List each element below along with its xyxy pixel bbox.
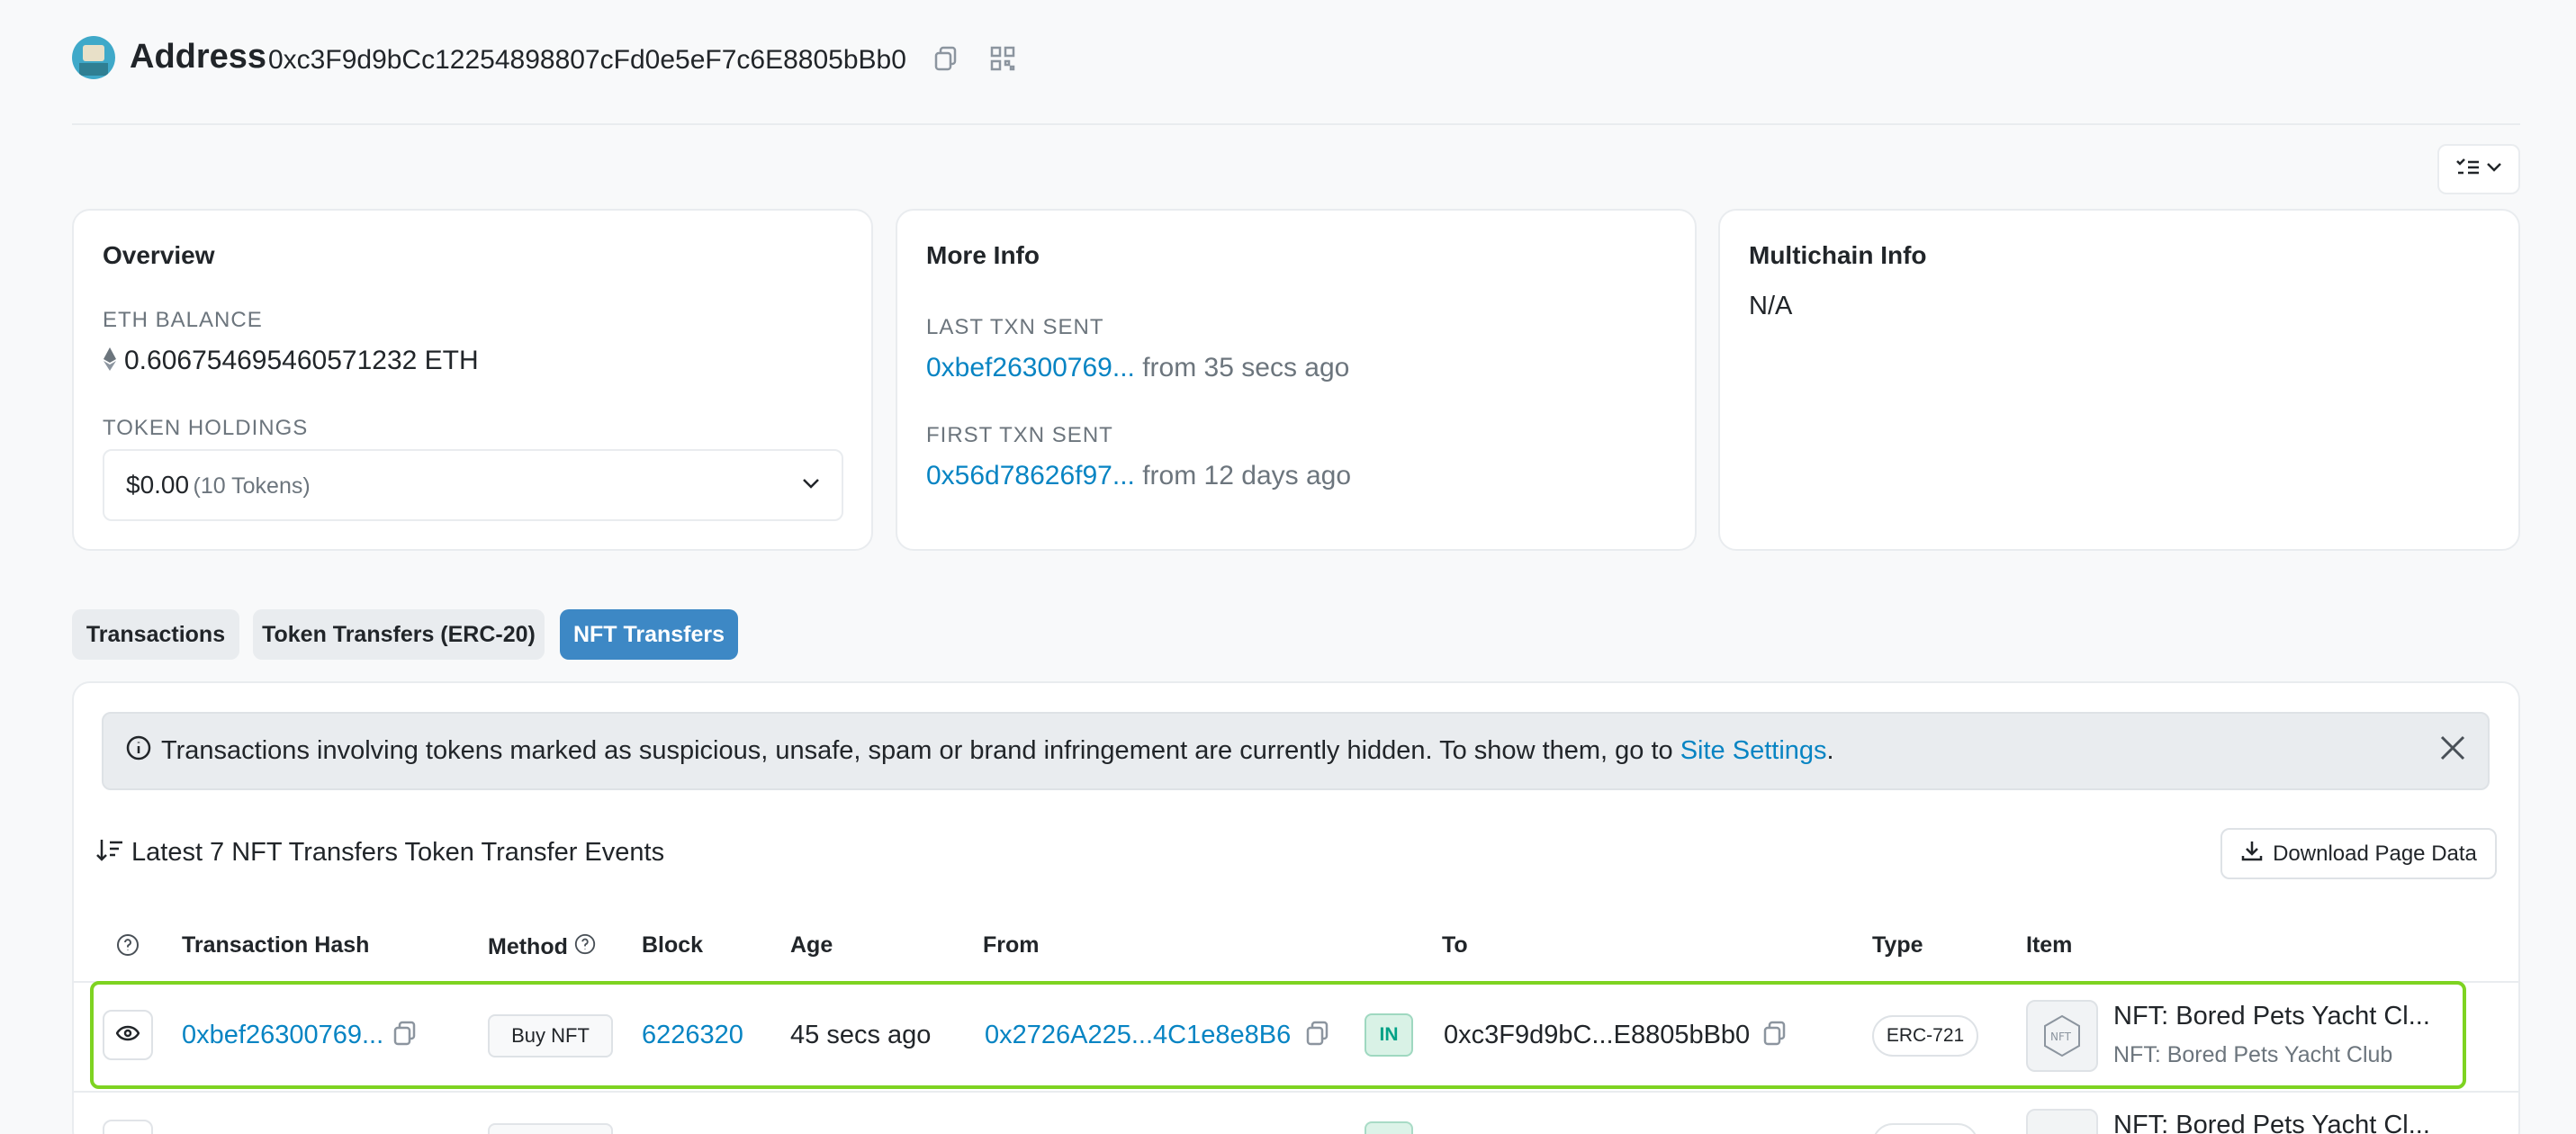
first-txn-time: from 12 days ago xyxy=(1142,461,1352,490)
copy-address-button[interactable] xyxy=(931,45,961,76)
copy-icon[interactable] xyxy=(393,1021,417,1050)
to-address-text: 0xc3F9d9bC...E8805bBb0 xyxy=(1444,1021,1751,1049)
view-details-button[interactable] xyxy=(103,1010,153,1060)
close-alert-button[interactable] xyxy=(2439,734,2466,769)
from-address-link[interactable]: 0x2726A225...4C1e8e8B6 xyxy=(985,1021,1291,1050)
nft-icon xyxy=(2026,1109,2098,1134)
col-method: Method xyxy=(488,934,568,959)
address-avatar xyxy=(72,36,115,79)
tab-nft-transfers[interactable]: NFT Transfers xyxy=(560,609,738,660)
type-badge xyxy=(1872,1123,1978,1134)
more-info-title: More Info xyxy=(926,241,1040,269)
last-txn-link[interactable]: 0xbef26300769... xyxy=(926,353,1135,382)
view-options-button[interactable] xyxy=(2437,144,2520,194)
eth-balance-label: ETH BALANCE xyxy=(103,308,263,332)
tab-token-transfers[interactable]: Token Transfers (ERC-20) xyxy=(253,609,545,660)
txn-hash-link[interactable]: 0xbef26300769... xyxy=(182,1021,383,1050)
download-icon xyxy=(2240,839,2264,868)
qr-code-button[interactable] xyxy=(987,45,1018,76)
method-badge xyxy=(488,1123,613,1134)
col-item: Item xyxy=(2026,932,2073,958)
col-from: From xyxy=(983,932,1040,958)
tab-transactions[interactable]: Transactions xyxy=(72,609,239,660)
site-settings-link[interactable]: Site Settings xyxy=(1680,736,1827,765)
header-divider xyxy=(72,123,2520,125)
method-help-icon[interactable] xyxy=(573,932,597,962)
item-title[interactable]: NFT: Bored Pets Yacht Cl... xyxy=(2113,1002,2430,1031)
method-badge: Buy NFT xyxy=(488,1014,613,1058)
hidden-tokens-alert: Transactions involving tokens marked as … xyxy=(102,712,2490,790)
download-label: Download Page Data xyxy=(2273,841,2477,866)
alert-text: Transactions involving tokens marked as … xyxy=(161,736,1834,765)
token-holdings-dropdown[interactable]: $0.00 (10 Tokens) xyxy=(103,449,843,521)
col-block: Block xyxy=(642,932,704,958)
eye-icon xyxy=(115,1025,140,1046)
nft-icon: NFT xyxy=(2026,1000,2098,1072)
close-icon xyxy=(2439,735,2466,768)
chevron-down-icon xyxy=(802,477,820,494)
last-txn-label: LAST TXN SENT xyxy=(926,315,1104,339)
copy-icon xyxy=(934,46,958,76)
overview-title: Overview xyxy=(103,241,215,269)
col-transaction-hash: Transaction Hash xyxy=(182,932,370,958)
last-txn-time: from 35 secs ago xyxy=(1142,353,1350,382)
age-text: 45 secs ago xyxy=(790,1021,932,1049)
token-holdings-label: TOKEN HOLDINGS xyxy=(103,416,309,440)
qr-code-icon xyxy=(990,46,1015,76)
type-badge: ERC-721 xyxy=(1872,1015,1978,1057)
info-icon xyxy=(125,734,152,769)
list-summary: Latest 7 NFT Transfers Token Transfer Ev… xyxy=(131,838,665,867)
row-divider xyxy=(72,1091,2520,1093)
sort-icon xyxy=(95,837,124,868)
download-page-data-button[interactable]: Download Page Data xyxy=(2220,828,2497,879)
ethereum-icon xyxy=(103,346,117,376)
copy-icon[interactable] xyxy=(1306,1021,1329,1050)
col-to: To xyxy=(1442,932,1468,958)
view-details-button[interactable] xyxy=(103,1120,153,1134)
copy-icon[interactable] xyxy=(1763,1021,1787,1050)
svg-text:NFT: NFT xyxy=(2050,1030,2072,1043)
list-view-icon xyxy=(2455,158,2481,182)
direction-badge: IN xyxy=(1365,1013,1413,1057)
item-title[interactable]: NFT: Bored Pets Yacht Cl... xyxy=(2113,1111,2430,1134)
multichain-value: N/A xyxy=(1749,292,1793,320)
help-icon[interactable] xyxy=(115,932,140,962)
item-subtitle: NFT: Bored Pets Yacht Club xyxy=(2113,1042,2393,1067)
first-txn-link[interactable]: 0x56d78626f97... xyxy=(926,461,1135,490)
address-text: 0xc3F9d9bCc12254898807cFd0e5eF7c6E8805bB… xyxy=(268,45,906,75)
col-type: Type xyxy=(1872,932,1923,958)
multichain-title: Multichain Info xyxy=(1749,241,1927,269)
eth-balance-value: 0.606754695460571232 ETH xyxy=(124,346,479,375)
page-title: Address xyxy=(130,38,267,76)
token-holdings-count: (10 Tokens) xyxy=(193,473,311,499)
token-holdings-value: $0.00 xyxy=(126,471,190,499)
chevron-down-icon xyxy=(2486,161,2502,177)
block-link[interactable]: 6226320 xyxy=(642,1021,743,1050)
col-age[interactable]: Age xyxy=(790,932,833,958)
first-txn-label: FIRST TXN SENT xyxy=(926,423,1113,447)
direction-badge xyxy=(1365,1121,1413,1134)
